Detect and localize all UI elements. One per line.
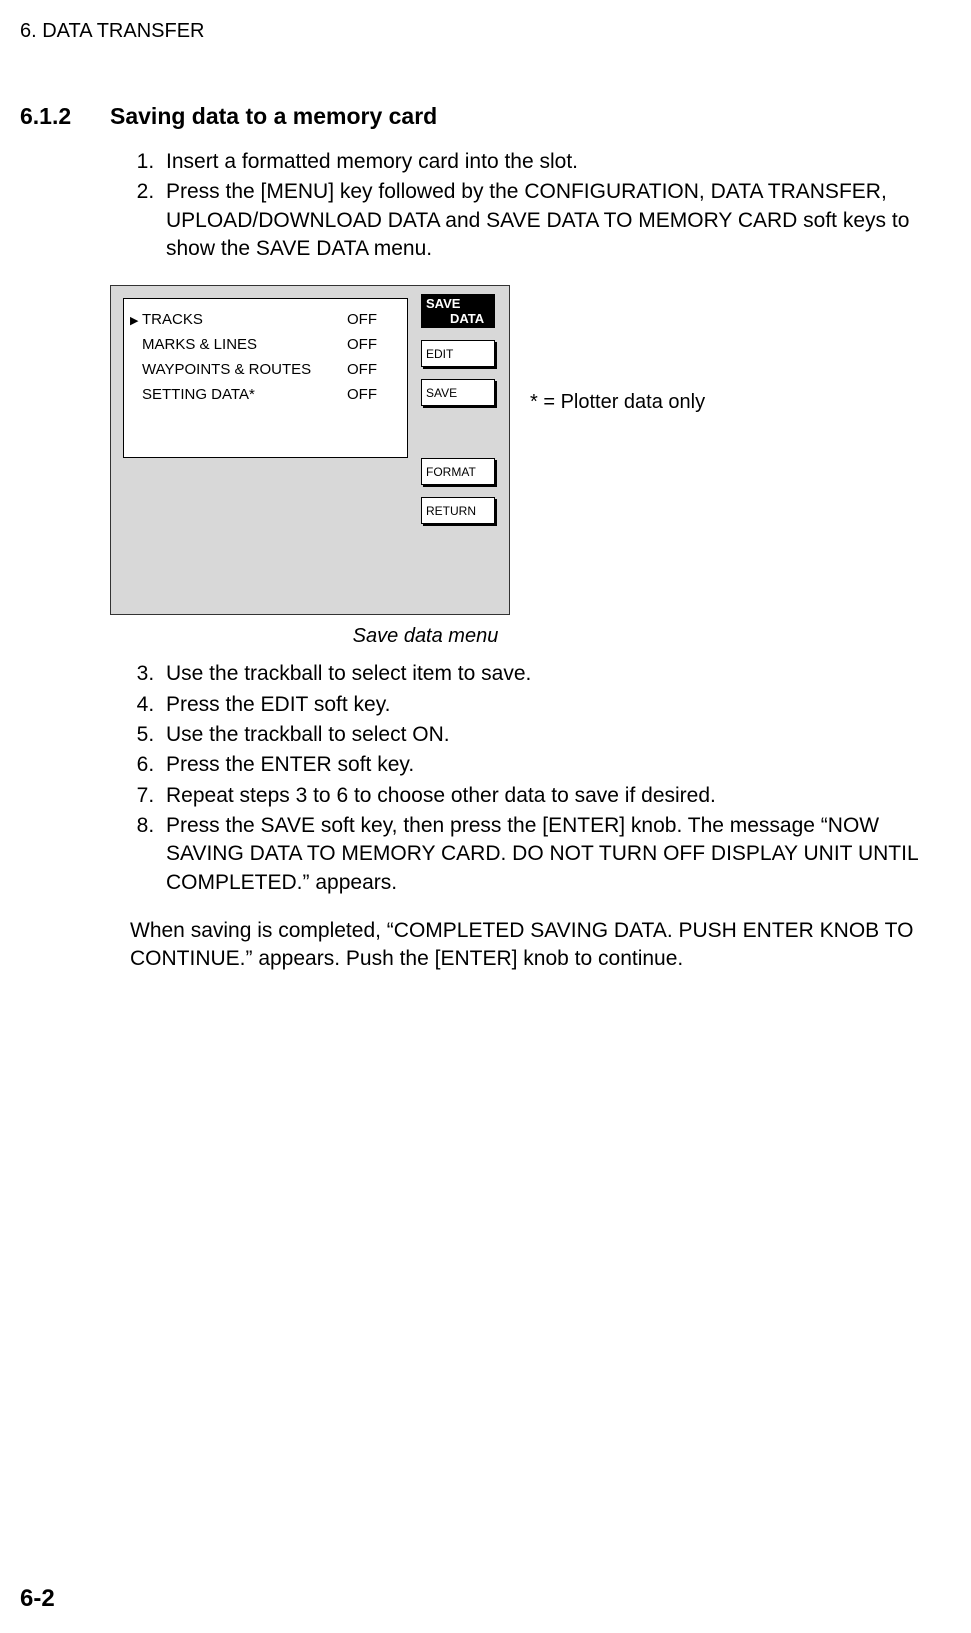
step-item: Press the SAVE soft key, then press the … — [160, 812, 951, 897]
softkey-label-line1: SAVE — [426, 296, 460, 311]
annotation-plotter: * = Plotter data only — [530, 391, 705, 414]
step-item: Press the [MENU] key followed by the CON… — [160, 178, 951, 263]
menu-row-label: SETTING DATA* — [142, 386, 255, 403]
menu-row-label: WAYPOINTS & ROUTES — [142, 361, 311, 378]
steps-top: Insert a formatted memory card into the … — [130, 148, 951, 263]
steps-bottom: Use the trackball to select item to save… — [130, 660, 951, 897]
menu-row-label: TRACKS — [142, 311, 203, 328]
step-item: Insert a formatted memory card into the … — [160, 148, 951, 176]
softkey-return[interactable]: RETURN — [421, 497, 495, 524]
softkeys: SAVE DATA EDIT SAVE FORMAT RETURN — [421, 294, 495, 528]
softkey-label: EDIT — [426, 347, 453, 361]
step-item: Repeat steps 3 to 6 to choose other data… — [160, 782, 951, 810]
section-title: 6.1.2Saving data to a memory card — [20, 103, 951, 130]
closing-paragraph: When saving is completed, “COMPLETED SAV… — [20, 917, 951, 974]
softkey-save[interactable]: SAVE — [421, 379, 495, 406]
device-screen: ▶TRACKS OFF MARKS & LINES OFF WAYPOINTS … — [110, 285, 510, 615]
section-title-text: Saving data to a memory card — [110, 103, 437, 129]
menu-row-setting-data[interactable]: SETTING DATA* OFF — [128, 384, 397, 409]
softkey-label: SAVE — [426, 386, 457, 400]
section-number: 6.1.2 — [20, 103, 110, 130]
cursor-icon: ▶ — [130, 314, 142, 327]
menu-row-value: OFF — [347, 311, 377, 328]
menu-row-waypoints[interactable]: WAYPOINTS & ROUTES OFF — [128, 359, 397, 384]
menu-row-marks[interactable]: MARKS & LINES OFF — [128, 334, 397, 359]
steps-top-wrap: Insert a formatted memory card into the … — [20, 148, 951, 263]
menu-row-label: MARKS & LINES — [142, 336, 257, 353]
menu-row-value: OFF — [347, 386, 377, 403]
softkey-edit[interactable]: EDIT — [421, 340, 495, 367]
steps-bottom-wrap: Use the trackball to select item to save… — [20, 660, 951, 897]
softkey-label: RETURN — [426, 504, 476, 518]
figure-save-data-menu: ▶TRACKS OFF MARKS & LINES OFF WAYPOINTS … — [110, 285, 951, 615]
menu-row-value: OFF — [347, 336, 377, 353]
softkey-save-data[interactable]: SAVE DATA — [421, 294, 495, 328]
step-item: Press the EDIT soft key. — [160, 691, 951, 719]
chapter-header: 6. DATA TRANSFER — [20, 20, 951, 43]
menu-panel: ▶TRACKS OFF MARKS & LINES OFF WAYPOINTS … — [123, 298, 408, 458]
figure-caption: Save data menu — [0, 625, 951, 648]
step-item: Use the trackball to select ON. — [160, 721, 951, 749]
menu-row-value: OFF — [347, 361, 377, 378]
softkey-label-line2: DATA — [426, 312, 490, 326]
step-item: Press the ENTER soft key. — [160, 751, 951, 779]
softkey-format[interactable]: FORMAT — [421, 458, 495, 485]
softkey-label: FORMAT — [426, 465, 476, 479]
step-item: Use the trackball to select item to save… — [160, 660, 951, 688]
page-number: 6-2 — [20, 1585, 55, 1613]
menu-row-tracks[interactable]: ▶TRACKS OFF — [128, 309, 397, 334]
